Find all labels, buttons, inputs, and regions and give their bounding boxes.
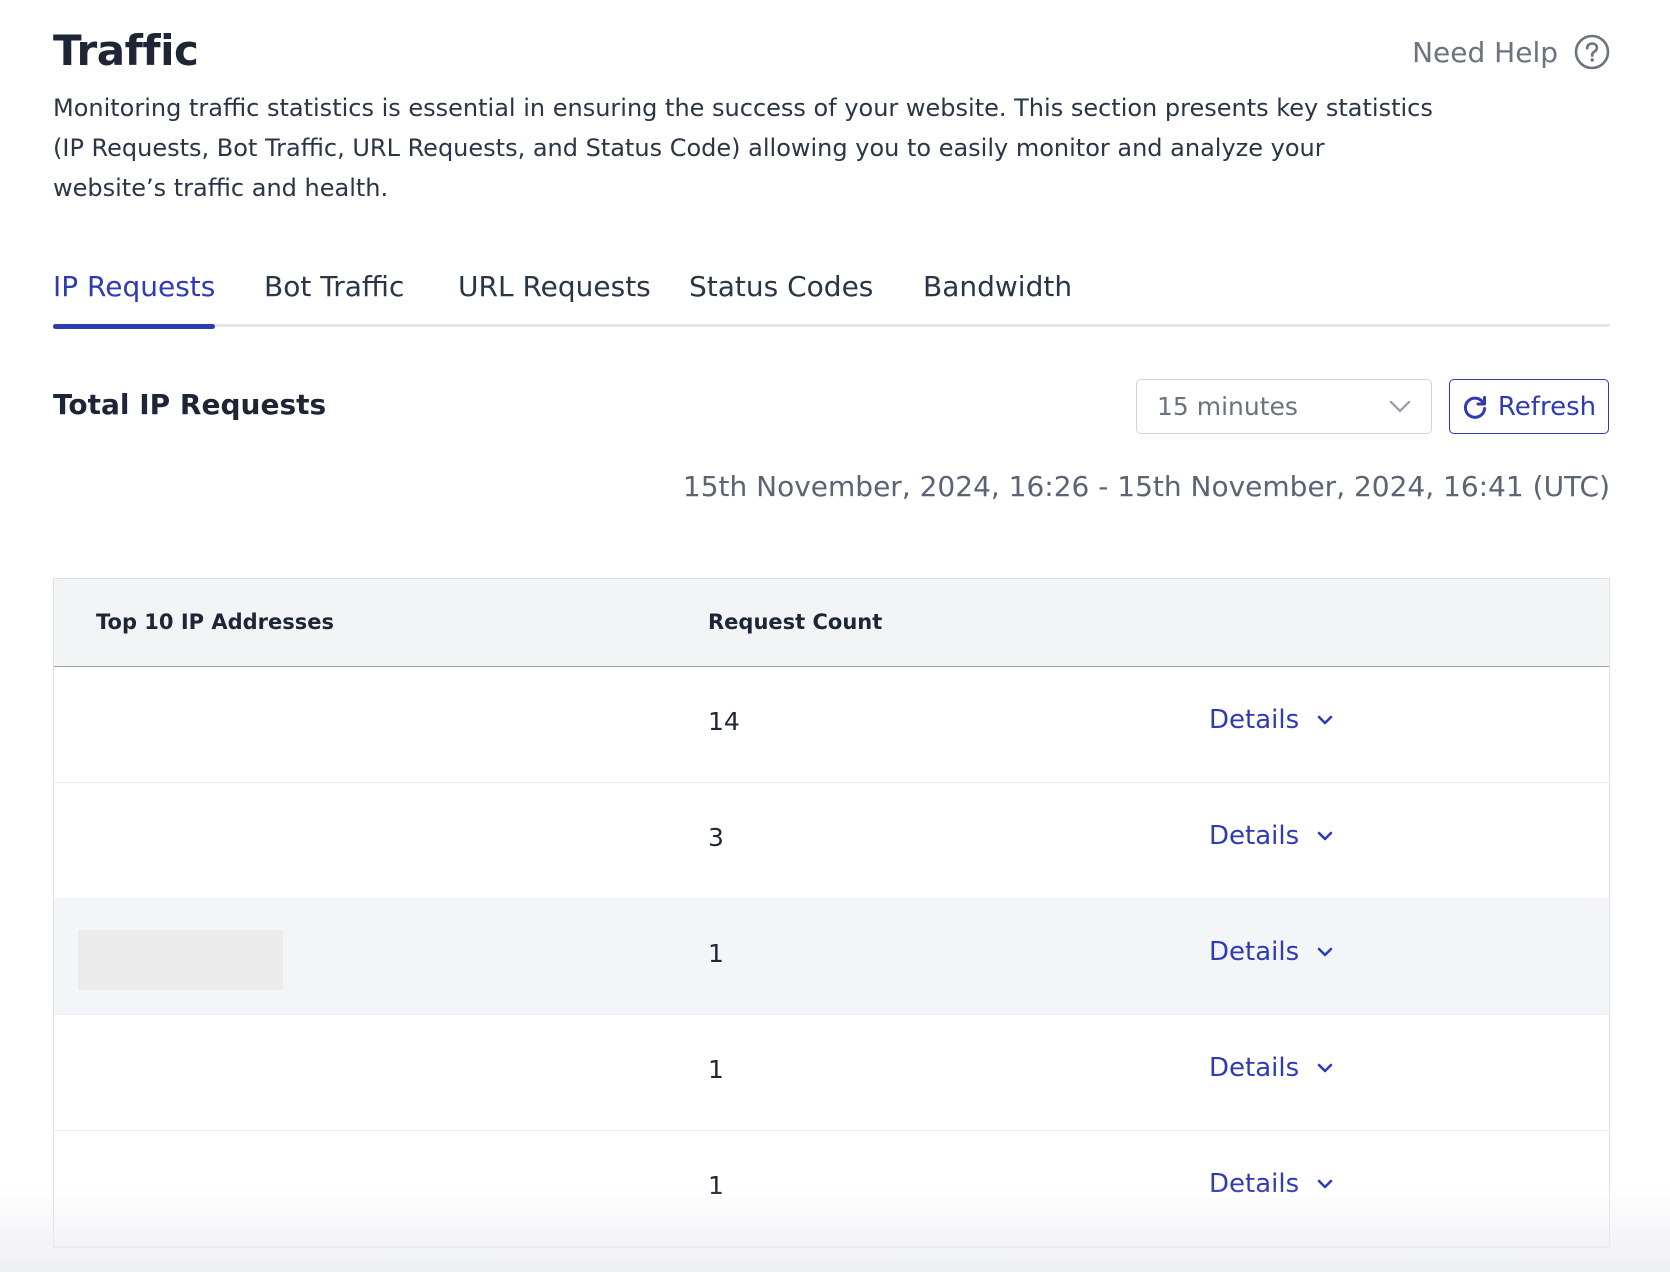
time-range-select[interactable]: 15 minutes [1136,379,1432,434]
refresh-icon [1463,395,1487,419]
chevron-down-icon [1317,1063,1333,1072]
column-header-ip: Top 10 IP Addresses [96,610,335,634]
request-count: 1 [708,1055,724,1084]
details-toggle[interactable]: Details [1209,937,1333,967]
table-row: 1 Details [54,899,1609,1015]
intro-text: Monitoring traffic statistics is essenti… [53,94,1433,202]
request-count: 14 [708,707,740,736]
date-range-text: 15th November, 2024, 16:26 - 15th Novemb… [682,470,1610,503]
page-title: Traffic [53,26,199,75]
details-label: Details [1209,821,1300,851]
table-row: 14 Details [54,667,1609,783]
table-row: 1 Details [54,1131,1609,1247]
tab-url-requests[interactable]: URL Requests [458,270,651,324]
tab-bot-traffic[interactable]: Bot Traffic [264,270,404,324]
time-range-value: 15 minutes [1157,392,1298,421]
table-body: 14 Details 3 Details 1 Details 1 Details… [54,667,1609,1247]
tab-bandwidth[interactable]: Bandwidth [923,270,1072,324]
details-label: Details [1209,937,1300,967]
chevron-down-icon [1317,715,1333,724]
request-count: 3 [708,823,724,852]
details-toggle[interactable]: Details [1209,705,1333,735]
question-circle-icon [1574,34,1610,70]
request-count: 1 [708,1171,724,1200]
chevron-down-icon [1389,400,1411,412]
table-row: 1 Details [54,1015,1609,1131]
chevron-down-icon [1317,831,1333,840]
ip-requests-table: Top 10 IP Addresses Request Count 14 Det… [53,578,1610,1248]
chevron-down-icon [1317,947,1333,956]
details-toggle[interactable]: Details [1209,1169,1333,1199]
section-title: Total IP Requests [53,388,327,421]
details-label: Details [1209,1169,1300,1199]
details-label: Details [1209,705,1300,735]
refresh-button[interactable]: Refresh [1449,379,1609,434]
column-header-count: Request Count [708,610,883,634]
tab-status-codes[interactable]: Status Codes [689,270,873,324]
request-count: 1 [708,939,724,968]
page-header: Traffic Need Help [53,24,1610,84]
refresh-label: Refresh [1497,391,1597,422]
tab-ip-requests[interactable]: IP Requests [53,270,216,329]
chevron-down-icon [1317,1179,1333,1188]
need-help-label: Need Help [1412,35,1558,69]
redacted-ip-address [78,930,283,990]
details-toggle[interactable]: Details [1209,1053,1333,1083]
need-help-link[interactable]: Need Help [1412,34,1610,70]
tab-bar: IP Requests Bot Traffic URL Requests Sta… [53,262,1610,329]
table-row: 3 Details [54,783,1609,899]
details-toggle[interactable]: Details [1209,821,1333,851]
table-header: Top 10 IP Addresses Request Count [54,579,1609,667]
details-label: Details [1209,1053,1300,1083]
